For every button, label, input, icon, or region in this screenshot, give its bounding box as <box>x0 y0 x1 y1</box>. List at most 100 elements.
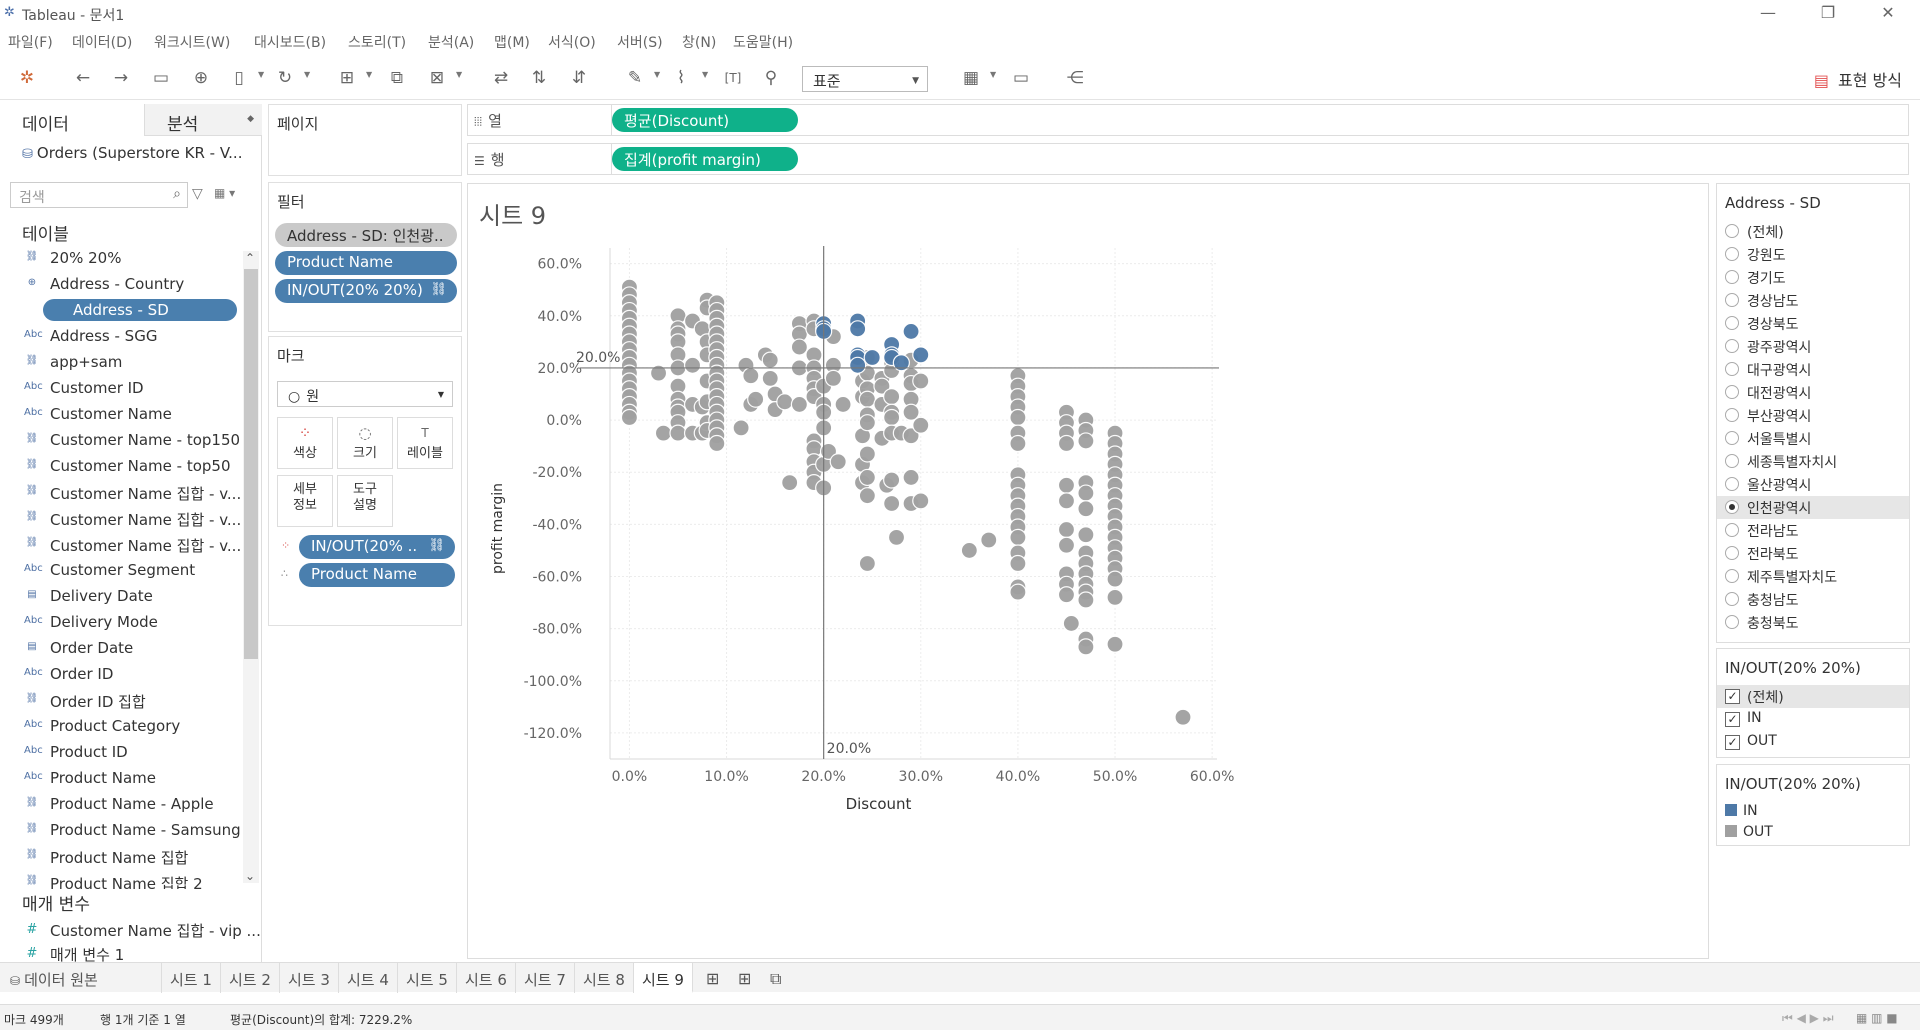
tab-analysis[interactable]: 분석 ◆ <box>144 104 262 136</box>
sheet-tab[interactable]: 시트 1 <box>162 963 221 993</box>
filter-pill-address-sd[interactable]: Address - SD: 인천광.. <box>275 223 457 247</box>
filter-radio-item[interactable]: 전라북도 <box>1717 542 1909 565</box>
undo-icon[interactable]: ← <box>70 66 96 90</box>
filter-radio-item[interactable]: 세종특별자치시 <box>1717 450 1909 473</box>
close-button[interactable]: ✕ <box>1868 3 1908 22</box>
menu-story[interactable]: 스토리(T) <box>348 32 406 52</box>
filter-radio-item[interactable]: 충청남도 <box>1717 588 1909 611</box>
field-item[interactable]: 20% 20% ⛓ <box>0 247 242 272</box>
minimize-button[interactable]: — <box>1748 3 1788 22</box>
view-options-icon[interactable]: ▦ ▾ <box>214 186 235 200</box>
sheet-tab[interactable]: 시트 6 <box>457 963 516 993</box>
tableau-home-icon[interactable]: ✲ <box>14 66 40 90</box>
filter-checkbox-in[interactable]: ✓ IN <box>1717 708 1909 731</box>
field-item[interactable]: Product Name 집합 ⛓ <box>0 845 242 870</box>
presentation-mode-icon[interactable]: ▭ <box>1008 66 1034 90</box>
legend-item-in[interactable]: IN <box>1725 803 1758 819</box>
filter-radio-item[interactable]: 대전광역시 <box>1717 381 1909 404</box>
filter-radio-item[interactable]: 충청북도 <box>1717 611 1909 634</box>
sort-ascending-icon[interactable]: ⇅ <box>526 66 552 90</box>
swap-rows-columns-icon[interactable]: ⇄ <box>488 66 514 90</box>
field-item[interactable]: Order ID Abc <box>0 663 242 688</box>
dropdown-arrow-icon[interactable]: ▼ <box>702 70 708 79</box>
datasource-item[interactable]: ⛁ Orders (Superstore KR - V... <box>22 144 242 162</box>
field-item[interactable]: Customer Name - top150 ⛓ <box>0 429 242 454</box>
filter-pill-inout[interactable]: IN/OUT(20% 20%) ⛓ <box>275 279 457 303</box>
field-item[interactable]: Delivery Mode Abc <box>0 611 242 636</box>
filter-radio-item[interactable]: 경상남도 <box>1717 289 1909 312</box>
filter-checkbox-out[interactable]: ✓ OUT <box>1717 731 1909 754</box>
share-icon[interactable]: ⋲ <box>1062 66 1088 90</box>
field-item[interactable]: Customer Name 집합 - v... ⛓ <box>0 507 242 532</box>
menu-worksheet[interactable]: 워크시트(W) <box>154 32 230 52</box>
view-mode-icon[interactable]: ▦ ▥ ■ <box>1856 1011 1898 1025</box>
menu-file[interactable]: 파일(F) <box>8 32 53 52</box>
field-item[interactable]: Address - SGG Abc <box>0 325 242 350</box>
sheet-tab[interactable]: 시트 4 <box>339 963 398 993</box>
show-me-button[interactable]: ▤ 표현 방식 <box>1814 67 1902 91</box>
field-item[interactable]: Product Category Abc <box>0 715 242 740</box>
refresh-icon[interactable]: ↻ <box>272 66 298 90</box>
save-icon[interactable]: ▭ <box>148 66 174 90</box>
field-item[interactable]: Address - Country ⊕ <box>0 273 242 298</box>
mark-type-select[interactable]: ○ 원 ▼ <box>277 381 453 407</box>
menu-server[interactable]: 서버(S) <box>617 32 663 52</box>
legend-item-out[interactable]: OUT <box>1725 824 1773 840</box>
field-item[interactable]: Customer Name 집합 - v... ⛓ <box>0 533 242 558</box>
new-worksheet-icon[interactable]: ⊞ <box>698 963 727 993</box>
marks-tooltip-button[interactable]: 도구 설명 <box>337 475 393 527</box>
filter-radio-item[interactable]: (전체) <box>1717 220 1909 243</box>
show-cards-icon[interactable]: ▦ <box>958 66 984 90</box>
fit-select[interactable]: 표준 ▼ <box>802 66 928 92</box>
new-dashboard-icon[interactable]: ⊞ <box>730 963 759 993</box>
filter-radio-item[interactable]: 부산광역시 <box>1717 404 1909 427</box>
filter-pill-product-name[interactable]: Product Name <box>275 251 457 275</box>
marks-color-button[interactable]: ⁘ 색상 <box>277 417 333 469</box>
field-item[interactable]: Customer Name 집합 - v... ⛓ <box>0 481 242 506</box>
sheet-tab[interactable]: 시트 2 <box>221 963 280 993</box>
pages-card[interactable]: 페이지 <box>268 104 462 176</box>
tab-data[interactable]: 데이터 <box>0 104 144 136</box>
sheet-tab[interactable]: 시트 7 <box>516 963 575 993</box>
marks-size-button[interactable]: ◌ 크기 <box>337 417 393 469</box>
filter-radio-item[interactable]: 울산광역시 <box>1717 473 1909 496</box>
filter-checkbox-all[interactable]: ✓ (전체) <box>1717 685 1909 708</box>
group-members-icon[interactable]: ⌇ <box>668 66 694 90</box>
clear-sheet-icon[interactable]: ⊠ <box>424 66 450 90</box>
field-item[interactable]: Customer ID Abc <box>0 377 242 402</box>
filters-card[interactable]: 필터 Address - SD: 인천광.. Product Name IN/O… <box>268 182 462 332</box>
sort-descending-icon[interactable]: ⇵ <box>566 66 592 90</box>
menu-dashboard[interactable]: 대시보드(B) <box>254 32 326 52</box>
filter-radio-item[interactable]: 서울특별시 <box>1717 427 1909 450</box>
dropdown-arrow-icon[interactable]: ▼ <box>366 70 372 79</box>
marks-detail-button[interactable]: 세부 정보 <box>277 475 333 527</box>
field-item[interactable]: app+sam ⛓ <box>0 351 242 376</box>
dropdown-arrow-icon[interactable]: ▼ <box>654 70 660 79</box>
menu-map[interactable]: 맵(M) <box>494 32 530 52</box>
sheet-tab[interactable]: 시트 5 <box>398 963 457 993</box>
filter-radio-item[interactable]: 인천광역시 <box>1717 496 1909 519</box>
field-item[interactable]: Product Name Abc <box>0 767 242 792</box>
dropdown-arrow-icon[interactable]: ▼ <box>258 70 264 79</box>
pause-updates-icon[interactable]: ▯ <box>226 66 252 90</box>
scroll-up-icon[interactable]: ⌃ <box>245 251 255 265</box>
filter-radio-item[interactable]: 강원도 <box>1717 243 1909 266</box>
field-item[interactable]: Product ID Abc <box>0 741 242 766</box>
sheet-tab[interactable]: 시트 3 <box>280 963 339 993</box>
field-item[interactable]: Order Date ▤ <box>0 637 242 662</box>
filter-radio-item[interactable]: 광주광역시 <box>1717 335 1909 358</box>
new-story-icon[interactable]: ⧉ <box>762 963 789 993</box>
field-item[interactable]: Product Name - Samsung ⛓ <box>0 819 242 844</box>
highlight-icon[interactable]: ✎ <box>622 66 648 90</box>
filter-radio-item[interactable]: 전라남도 <box>1717 519 1909 542</box>
dropdown-arrow-icon[interactable]: ▼ <box>456 70 462 79</box>
marks-pill-inout[interactable]: IN/OUT(20% .. ⛓ <box>299 535 455 559</box>
field-search-input[interactable]: 검색 ⌕ <box>10 182 188 208</box>
field-item[interactable]: Customer Name Abc <box>0 403 242 428</box>
sheet-tab[interactable]: 시트 9 <box>634 963 693 993</box>
field-list-scrollbar[interactable]: ⌃ ⌄ <box>243 251 259 883</box>
restore-button[interactable]: ❐ <box>1808 3 1848 22</box>
menu-help[interactable]: 도움말(H) <box>733 32 793 52</box>
scroll-down-icon[interactable]: ⌄ <box>245 869 255 883</box>
filter-icon[interactable]: ▽ <box>192 186 203 202</box>
